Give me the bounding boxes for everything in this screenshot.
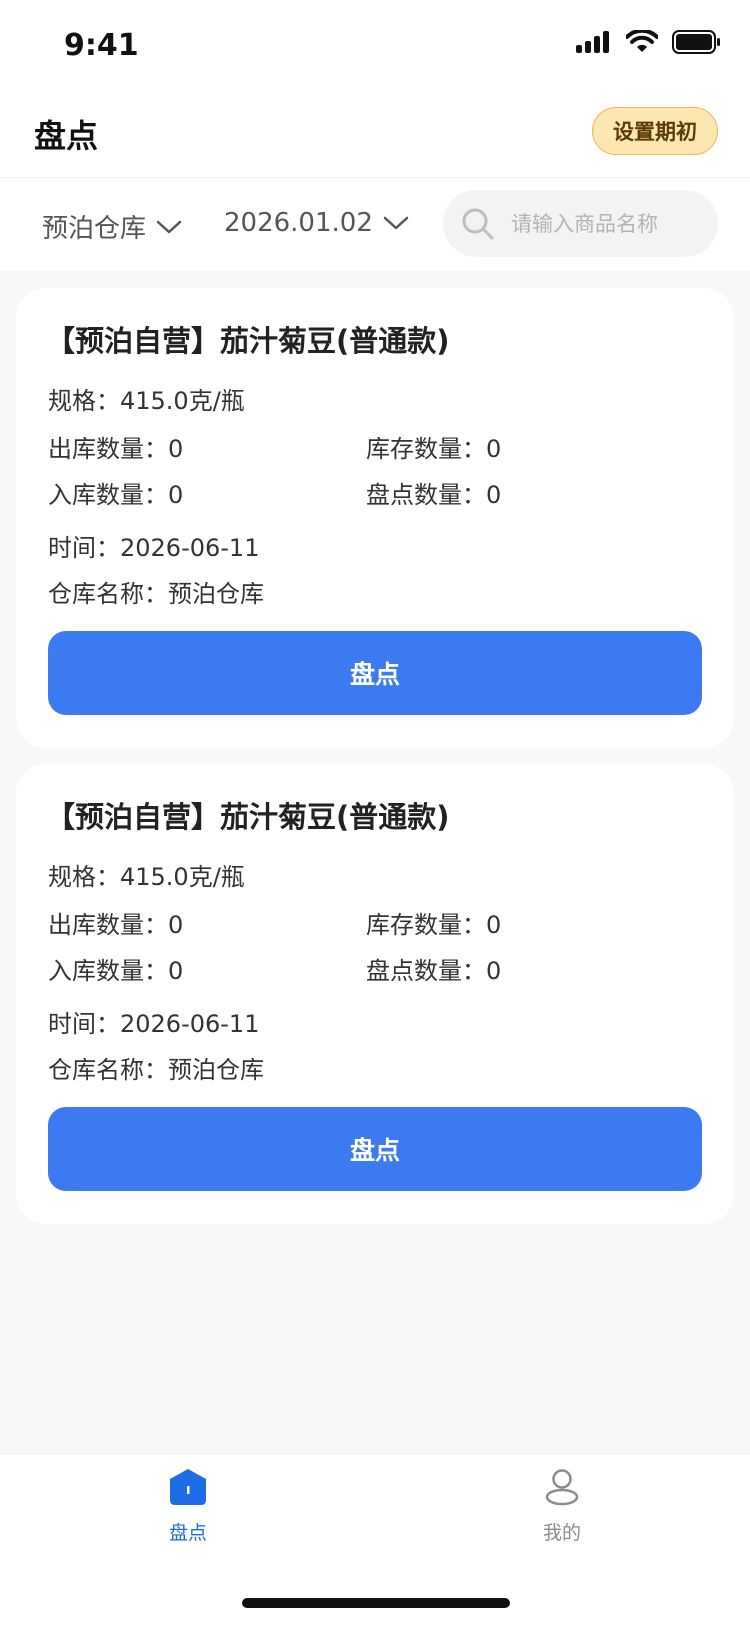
status-bar: 9:41 [0,0,750,95]
outbound-qty: 出库数量：0 [48,911,184,939]
search-input[interactable] [509,210,703,237]
stock-check-button[interactable]: 盘点 [48,1107,702,1191]
count-qty: 盘点数量：0 [366,957,502,985]
product-card: 【预泊自营】茄汁菊豆(普通款) 规格：415.0克/瓶 出库数量：0 库存数量：… [16,288,734,748]
set-initial-button[interactable]: 设置期初 [592,107,718,155]
tab-label: 我的 [542,1522,581,1544]
home-indicator [242,1598,510,1608]
home-icon [170,1469,206,1505]
outbound-qty: 出库数量：0 [48,435,184,463]
wifi-icon [626,30,658,52]
status-icons [576,30,720,54]
warehouse-dropdown[interactable]: 预泊仓库 [42,208,182,245]
product-card: 【预泊自营】茄汁菊豆(普通款) 规格：415.0克/瓶 出库数量：0 库存数量：… [16,764,734,1224]
stock-qty: 库存数量：0 [366,911,502,939]
tab-stock-check[interactable]: 盘点 [128,1468,248,1545]
search-box[interactable] [443,190,718,257]
status-time: 9:41 [64,28,139,63]
record-time: 时间：2026-06-11 [48,1010,260,1038]
record-time: 时间：2026-06-11 [48,534,260,562]
filter-bar: 预泊仓库 2026.01.02 [0,178,750,271]
warehouse-name: 仓库名称：预泊仓库 [48,580,264,608]
page-title: 盘点 [34,117,99,155]
count-qty: 盘点数量：0 [366,481,502,509]
product-title: 【预泊自营】茄汁菊豆(普通款) [46,324,450,358]
stock-check-button[interactable]: 盘点 [48,631,702,715]
nav-bar: 盘点 设置期初 [0,95,750,178]
warehouse-name: 仓库名称：预泊仓库 [48,1056,264,1084]
warehouse-dropdown-label: 预泊仓库 [42,214,147,244]
date-dropdown-label: 2026.01.02 [224,208,373,238]
signal-icon [576,31,609,53]
date-dropdown[interactable]: 2026.01.02 [224,208,409,238]
battery-icon [672,30,720,54]
chevron-down-icon [383,216,409,230]
stock-qty: 库存数量：0 [366,435,502,463]
search-icon [461,207,495,241]
tab-mine[interactable]: 我的 [502,1468,622,1545]
product-spec: 规格：415.0克/瓶 [48,387,245,415]
inbound-qty: 入库数量：0 [48,481,184,509]
inbound-qty: 入库数量：0 [48,957,184,985]
chevron-down-icon [156,220,182,233]
tab-label: 盘点 [168,1522,207,1544]
user-icon [545,1469,579,1506]
product-spec: 规格：415.0克/瓶 [48,863,245,891]
product-title: 【预泊自营】茄汁菊豆(普通款) [46,800,450,834]
